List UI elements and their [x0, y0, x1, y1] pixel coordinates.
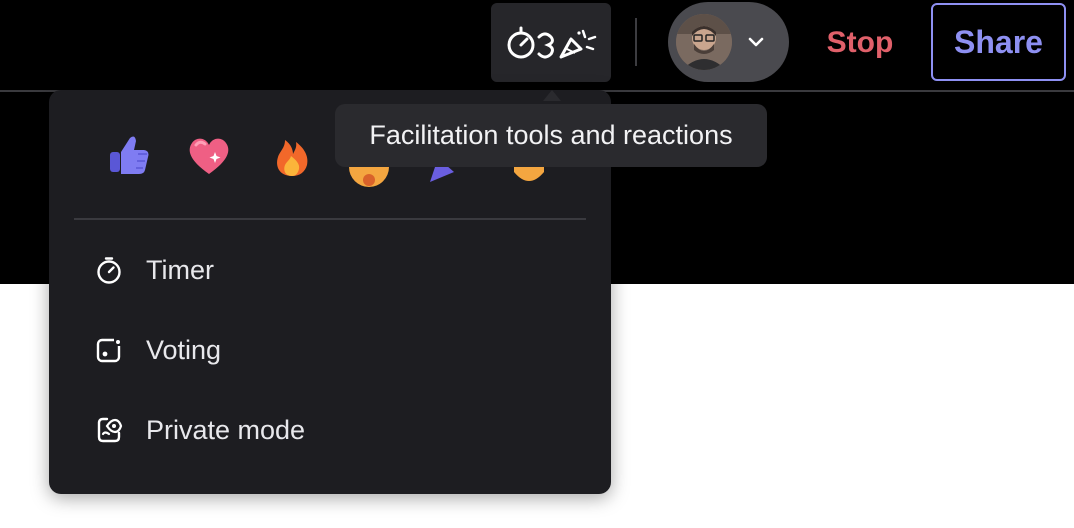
stop-button[interactable]: Stop [812, 20, 908, 66]
tooltip-caret [543, 90, 561, 101]
sparkling-heart-icon[interactable] [184, 130, 234, 180]
private-mode-icon [94, 415, 124, 445]
menu-item-label: Voting [146, 335, 222, 365]
avatar [676, 14, 732, 70]
timer-icon [94, 255, 124, 285]
menu-item-timer[interactable]: Timer [49, 235, 611, 305]
share-button[interactable]: Share [931, 3, 1066, 81]
tooltip: Facilitation tools and reactions [335, 104, 767, 167]
menu-divider [74, 218, 586, 220]
menu-item-label: Private mode [146, 415, 306, 445]
timer-and-party-popper-icon [507, 26, 597, 58]
voting-icon [94, 335, 124, 365]
menu-item-private-mode[interactable]: Private mode [49, 395, 611, 465]
menu-item-voting[interactable]: Voting [49, 315, 611, 385]
menu-item-label: Timer [146, 255, 214, 285]
thumbs-up-icon[interactable] [104, 130, 154, 180]
chevron-down-icon [748, 37, 764, 47]
user-menu-button[interactable] [668, 2, 789, 82]
toolbar-separator [635, 18, 637, 66]
facilitation-tools-button[interactable] [491, 3, 611, 82]
fire-icon[interactable] [267, 130, 317, 180]
